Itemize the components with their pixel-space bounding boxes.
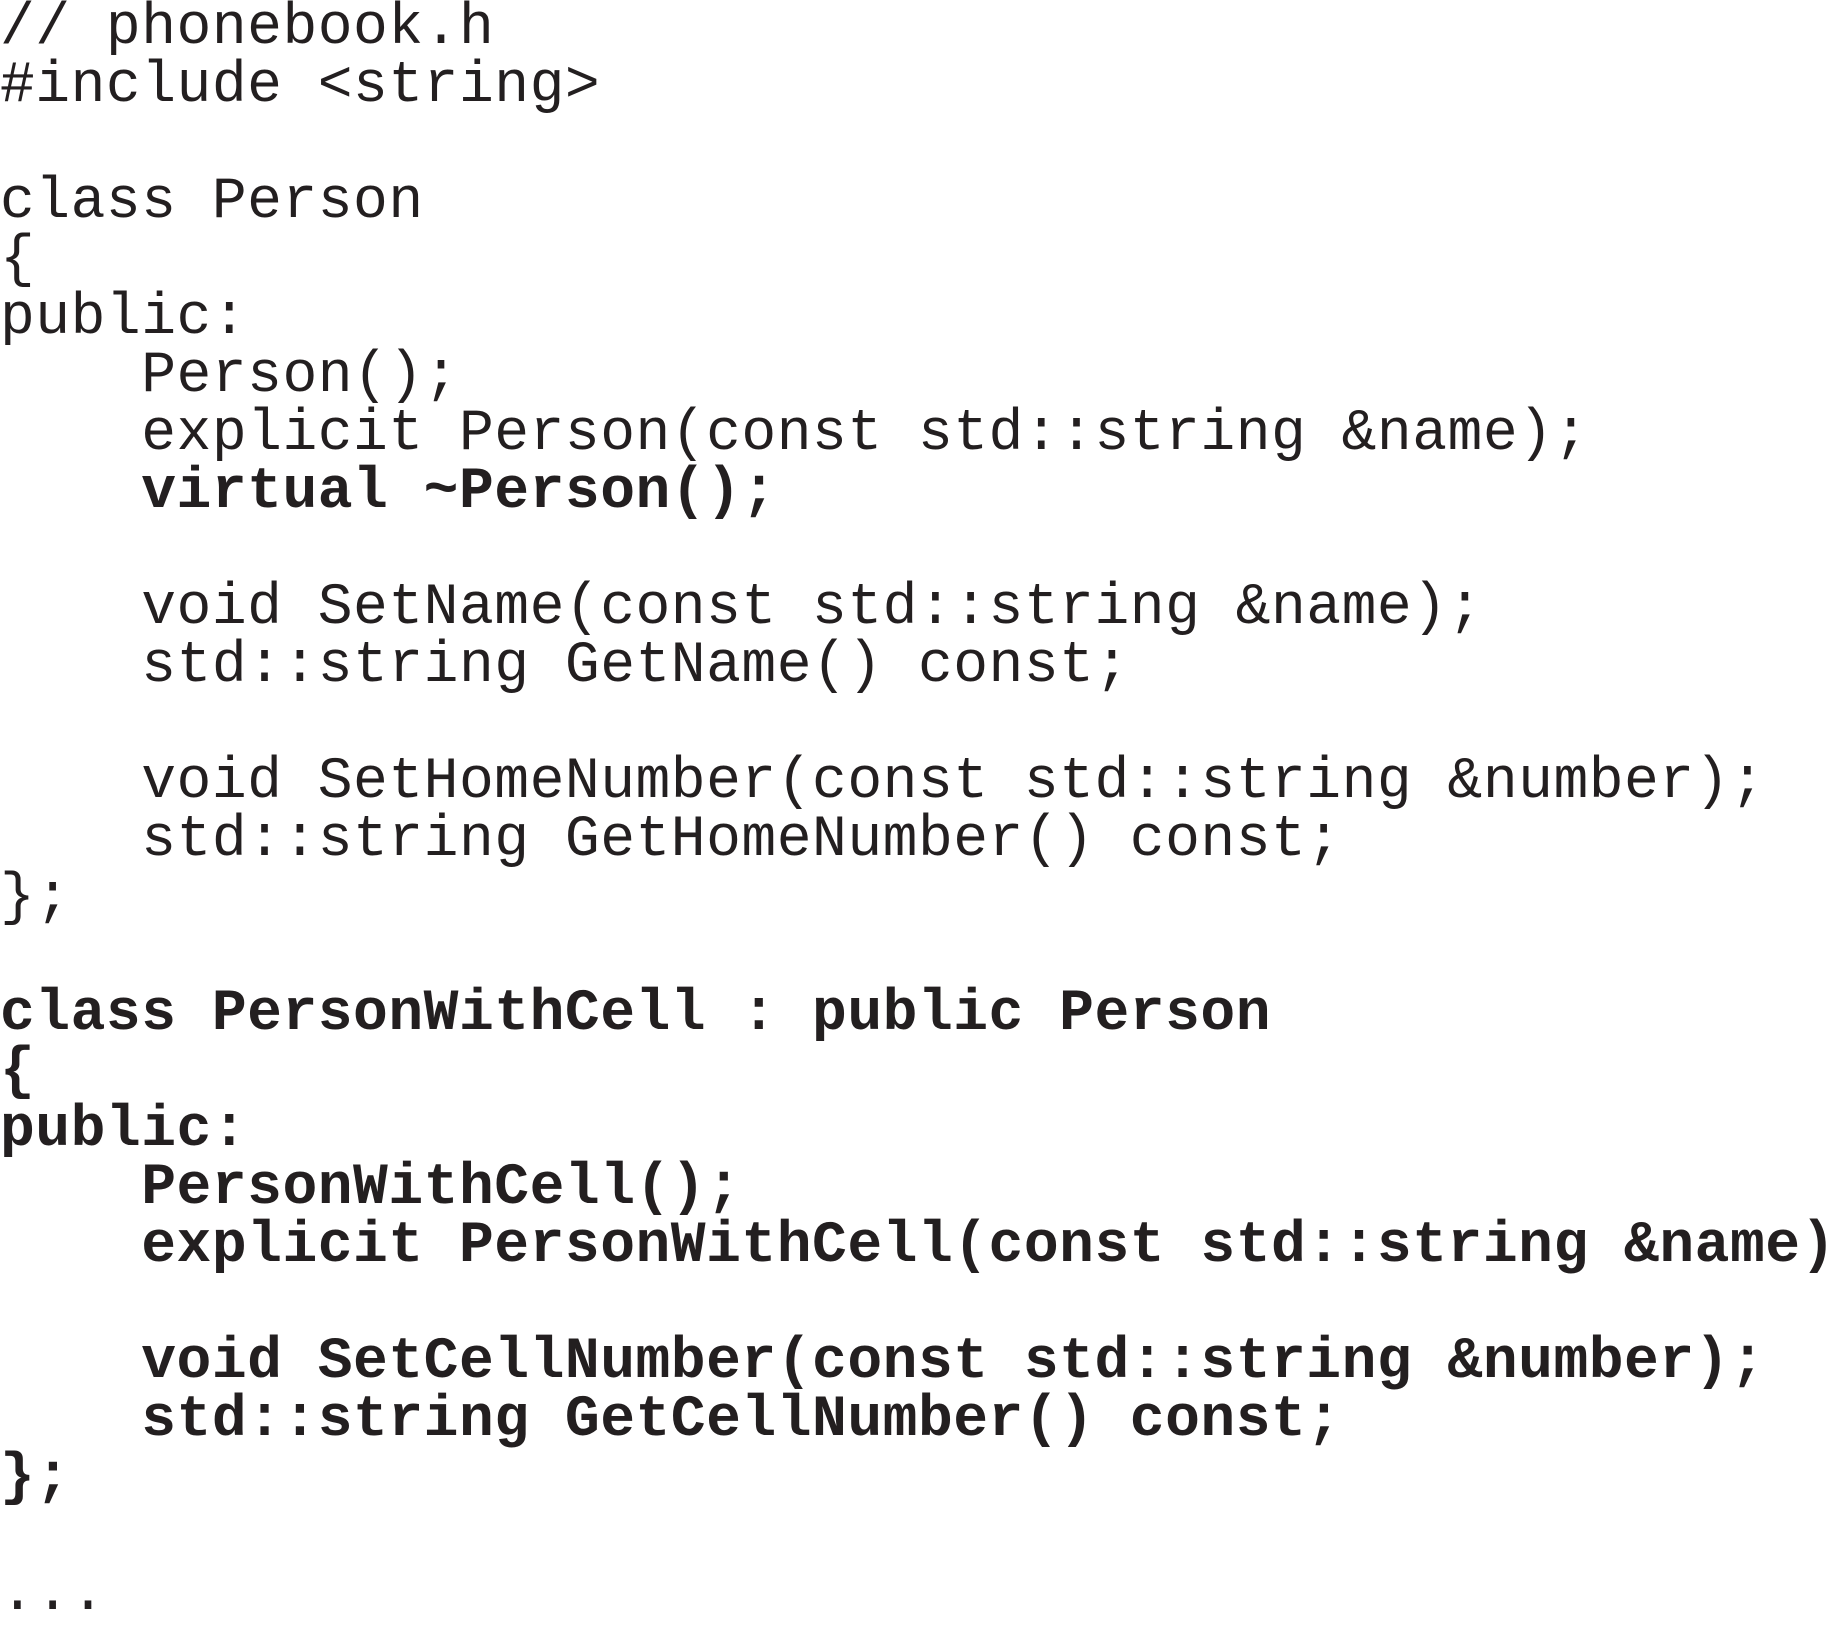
code-line-class-person-with-cell: class PersonWithCell : public Person	[0, 982, 1272, 1047]
code-line-class-person: class Person	[0, 170, 424, 235]
code-line-get-name: std::string GetName() const;	[0, 634, 1130, 699]
code-line-open-brace: {	[0, 228, 36, 293]
code-line-person-explicit-constructor: explicit Person(const std::string &name)…	[0, 402, 1589, 467]
code-line-set-home-number: void SetHomeNumber(const std::string &nu…	[0, 750, 1766, 815]
code-line-close-brace: };	[0, 1446, 71, 1511]
code-line-public: public:	[0, 1098, 248, 1163]
code-line-comment: // phonebook.h	[0, 0, 495, 61]
code-line-close-brace: };	[0, 866, 71, 931]
code-listing: // phonebook.h #include <string> class Per…	[0, 0, 1837, 1624]
code-line-person-with-cell-constructor: PersonWithCell();	[0, 1156, 742, 1221]
code-line-ellipsis: ...	[0, 1562, 106, 1627]
code-line-set-name: void SetName(const std::string &name);	[0, 576, 1483, 641]
code-line-public: public:	[0, 286, 248, 351]
code-line-get-cell-number: std::string GetCellNumber() const;	[0, 1388, 1342, 1453]
code-line-person-constructor: Person();	[0, 344, 459, 409]
code-line-get-home-number: std::string GetHomeNumber() const;	[0, 808, 1342, 873]
code-line-include: #include <string>	[0, 54, 601, 119]
code-line-virtual-destructor: virtual ~Person();	[0, 460, 777, 525]
code-line-set-cell-number: void SetCellNumber(const std::string &nu…	[0, 1330, 1766, 1395]
code-line-open-brace: {	[0, 1040, 36, 1105]
code-line-person-with-cell-explicit-constructor: explicit PersonWithCell(const std::strin…	[0, 1214, 1837, 1279]
